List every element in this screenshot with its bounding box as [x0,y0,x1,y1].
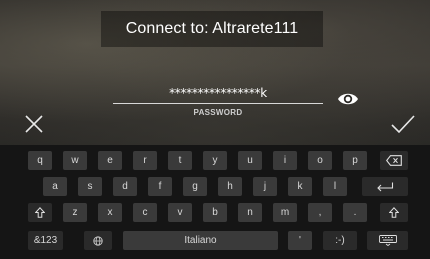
key-u[interactable]: u [238,151,262,170]
key-g[interactable]: g [183,177,207,196]
key-a[interactable]: a [43,177,67,196]
key-comma[interactable]: , [308,203,332,222]
key-i[interactable]: i [273,151,297,170]
password-input[interactable]: ****************k [113,86,323,100]
shift-icon [35,207,45,218]
key-j[interactable]: j [253,177,277,196]
key-x[interactable]: x [98,203,122,222]
keyboard-hide-key[interactable] [367,231,408,250]
key-y[interactable]: y [203,151,227,170]
key-p[interactable]: p [343,151,367,170]
key-v[interactable]: v [168,203,192,222]
checkmark-icon [391,115,415,134]
key-m[interactable]: m [273,203,297,222]
password-label: PASSWORD [193,108,243,117]
backspace-icon [386,155,402,166]
key-l[interactable]: l [323,177,347,196]
key-period[interactable]: . [343,203,367,222]
show-password-button[interactable] [337,90,359,108]
enter-icon [377,182,394,191]
shift-key-right[interactable] [380,203,408,222]
eye-icon [338,93,358,105]
key-n[interactable]: n [238,203,262,222]
key-c[interactable]: c [133,203,157,222]
key-k[interactable]: k [288,177,312,196]
key-e[interactable]: e [98,151,122,170]
key-r[interactable]: r [133,151,157,170]
on-screen-keyboard: q w e r t y u i o p a s d f g h j k l z … [0,145,430,259]
apostrophe-key[interactable]: ' [288,231,312,250]
enter-key[interactable] [362,177,408,196]
emoji-key[interactable] [84,231,112,250]
space-bar[interactable]: Italiano [123,231,278,250]
shift-icon [389,207,399,218]
globe-icon [93,235,103,246]
key-z[interactable]: z [63,203,87,222]
key-o[interactable]: o [308,151,332,170]
key-q[interactable]: q [28,151,52,170]
backspace-key[interactable] [380,151,408,170]
cancel-button[interactable] [24,114,44,134]
shift-key-left[interactable] [28,203,52,222]
key-d[interactable]: d [113,177,137,196]
key-s[interactable]: s [78,177,102,196]
key-w[interactable]: w [63,151,87,170]
dialog-title-text: Connect to: Altrarete111 [125,20,299,37]
dialog-title: Connect to: Altrarete111 [101,11,323,47]
symbols-key[interactable]: &123 [28,231,63,250]
key-t[interactable]: t [168,151,192,170]
key-b[interactable]: b [203,203,227,222]
password-underline [113,103,323,104]
emoticon-key[interactable]: :-) [323,231,357,250]
close-icon [25,115,43,133]
key-f[interactable]: f [148,177,172,196]
key-h[interactable]: h [218,177,242,196]
keyboard-icon [378,235,397,246]
confirm-button[interactable] [390,114,416,134]
